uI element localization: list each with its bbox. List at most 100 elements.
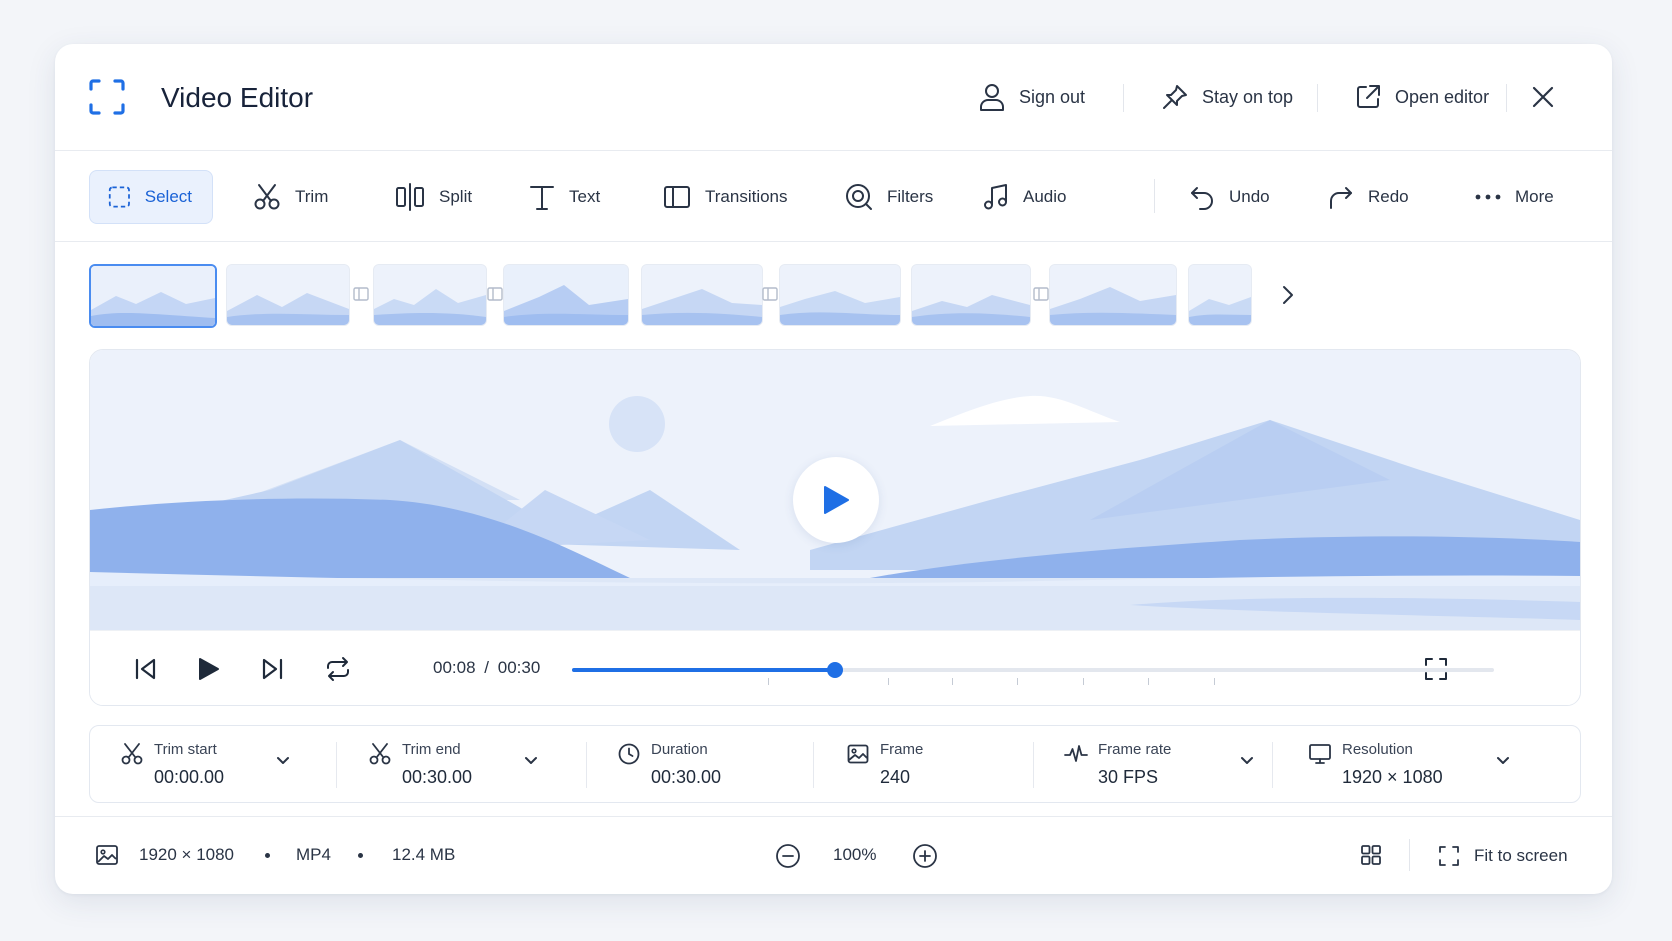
filters-icon	[846, 184, 872, 210]
loop-icon[interactable]	[324, 655, 352, 683]
trim-label: Trim	[295, 187, 329, 206]
scissors-icon	[369, 743, 391, 765]
zoom-in-icon[interactable]	[912, 843, 938, 869]
clip-thumbnail[interactable]	[89, 264, 217, 328]
undo-button[interactable]: Undo	[1189, 170, 1270, 224]
fit-to-screen-button[interactable]: Fit to screen	[1438, 841, 1568, 871]
redo-button[interactable]: Redo	[1328, 170, 1409, 224]
clip-thumbnail[interactable]	[226, 264, 350, 326]
app-logo-icon	[89, 79, 125, 115]
divider	[1123, 84, 1124, 112]
clip-thumbnail[interactable]	[779, 264, 901, 326]
seek-handle[interactable]	[826, 662, 843, 678]
chevron-down-icon[interactable]	[522, 752, 540, 770]
playback-time: 00:08 / 00:30	[433, 658, 540, 678]
redo-icon	[1330, 187, 1352, 209]
trim-start-property[interactable]: Trim start 00:00.00	[120, 726, 300, 802]
clip-thumbnail[interactable]	[503, 264, 629, 326]
more-label: More	[1515, 187, 1554, 206]
play-overlay-button[interactable]	[793, 457, 879, 543]
open-editor-button[interactable]: Open editor	[1355, 80, 1489, 114]
separator-dot	[265, 853, 270, 858]
music-note-icon	[984, 184, 1007, 210]
title-bar: Video Editor Sign out Stay on top Open e…	[55, 44, 1612, 151]
toolbar: Select Trim Split Text Transitions Filte…	[55, 151, 1612, 242]
monitor-icon	[1309, 744, 1331, 764]
more-dots-icon	[1475, 194, 1501, 200]
undo-label: Undo	[1229, 187, 1270, 206]
skip-forward-icon[interactable]	[258, 655, 286, 683]
chevron-right-icon[interactable]	[1281, 284, 1295, 306]
timeline-tick	[1017, 678, 1018, 685]
clip-thumbnail[interactable]	[641, 264, 763, 326]
trim-tool-button[interactable]: Trim	[253, 170, 328, 224]
clip-properties-bar: Trim start 00:00.00 Trim end 00:30.00 Du…	[89, 725, 1581, 803]
sign-out-label: Sign out	[1019, 86, 1086, 107]
divider	[586, 742, 587, 788]
duration-value: 00:30.00	[651, 767, 722, 787]
stay-on-top-button[interactable]: Stay on top	[1162, 80, 1293, 114]
fullscreen-icon[interactable]	[1424, 657, 1448, 681]
chevron-down-icon[interactable]	[1238, 752, 1256, 770]
pulse-icon	[1064, 745, 1088, 762]
trim-start-label: Trim start	[154, 741, 217, 758]
resolution-property[interactable]: Resolution 1920 × 1080	[1308, 726, 1518, 802]
status-format: MP4	[296, 845, 331, 864]
divider	[1154, 179, 1155, 213]
select-tool-button[interactable]: Select	[89, 170, 213, 224]
scissors-icon	[254, 184, 280, 210]
resolution-label: Resolution	[1342, 741, 1413, 758]
chevron-down-icon[interactable]	[274, 752, 292, 770]
transitions-label: Transitions	[705, 187, 788, 206]
timeline-tick	[1083, 678, 1084, 685]
transition-marker-icon[interactable]	[1033, 286, 1049, 302]
text-tool-button[interactable]: Text	[529, 170, 600, 224]
user-icon	[980, 84, 1004, 111]
split-tool-button[interactable]: Split	[395, 170, 472, 224]
filters-tool-button[interactable]: Filters	[845, 170, 933, 224]
status-resolution: 1920 × 1080	[139, 845, 235, 864]
more-button[interactable]: More	[1475, 170, 1554, 224]
seek-bar[interactable]	[572, 662, 1494, 685]
image-icon	[847, 744, 869, 764]
image-icon	[96, 845, 118, 865]
trim-end-label: Trim end	[402, 741, 461, 758]
skip-back-icon[interactable]	[132, 655, 160, 683]
undo-icon	[1191, 187, 1213, 210]
text-label: Text	[569, 187, 601, 206]
total-time: 00:30	[497, 658, 541, 677]
frame-label: Frame	[880, 741, 924, 758]
clip-thumbnail[interactable]	[911, 264, 1031, 326]
audio-label: Audio	[1023, 187, 1067, 206]
app-title: Video Editor	[161, 82, 314, 113]
play-icon[interactable]	[194, 655, 222, 683]
transition-marker-icon[interactable]	[353, 286, 369, 302]
fit-screen-icon	[1439, 846, 1459, 866]
frame-rate-property[interactable]: Frame rate 30 FPS	[1064, 726, 1254, 802]
divider	[1506, 84, 1507, 112]
transition-marker-icon[interactable]	[762, 286, 778, 302]
clip-thumbnail[interactable]	[1049, 264, 1177, 326]
trim-end-value: 00:30.00	[402, 767, 473, 787]
time-separator: /	[484, 658, 490, 677]
trim-end-property[interactable]: Trim end 00:30.00	[368, 726, 548, 802]
divider	[1033, 742, 1034, 788]
clip-thumbnail[interactable]	[1188, 264, 1252, 326]
zoom-out-icon[interactable]	[775, 843, 801, 869]
frame-property: Frame 240	[846, 726, 1006, 802]
playback-controls: 00:08 / 00:30	[90, 630, 1580, 705]
audio-tool-button[interactable]: Audio	[983, 170, 1066, 224]
text-icon	[530, 186, 554, 210]
play-icon	[824, 486, 849, 514]
scissors-icon	[121, 743, 143, 765]
grid-icon[interactable]	[1360, 844, 1382, 866]
filters-label: Filters	[887, 187, 934, 206]
sign-out-button[interactable]: Sign out	[979, 80, 1085, 114]
duration-property: Duration 00:30.00	[617, 726, 797, 802]
close-icon[interactable]	[1530, 84, 1556, 110]
chevron-down-icon[interactable]	[1494, 752, 1512, 770]
clip-thumbnail[interactable]	[373, 264, 487, 326]
external-link-icon	[1357, 85, 1380, 108]
transitions-tool-button[interactable]: Transitions	[663, 170, 788, 224]
transition-marker-icon[interactable]	[487, 286, 503, 302]
